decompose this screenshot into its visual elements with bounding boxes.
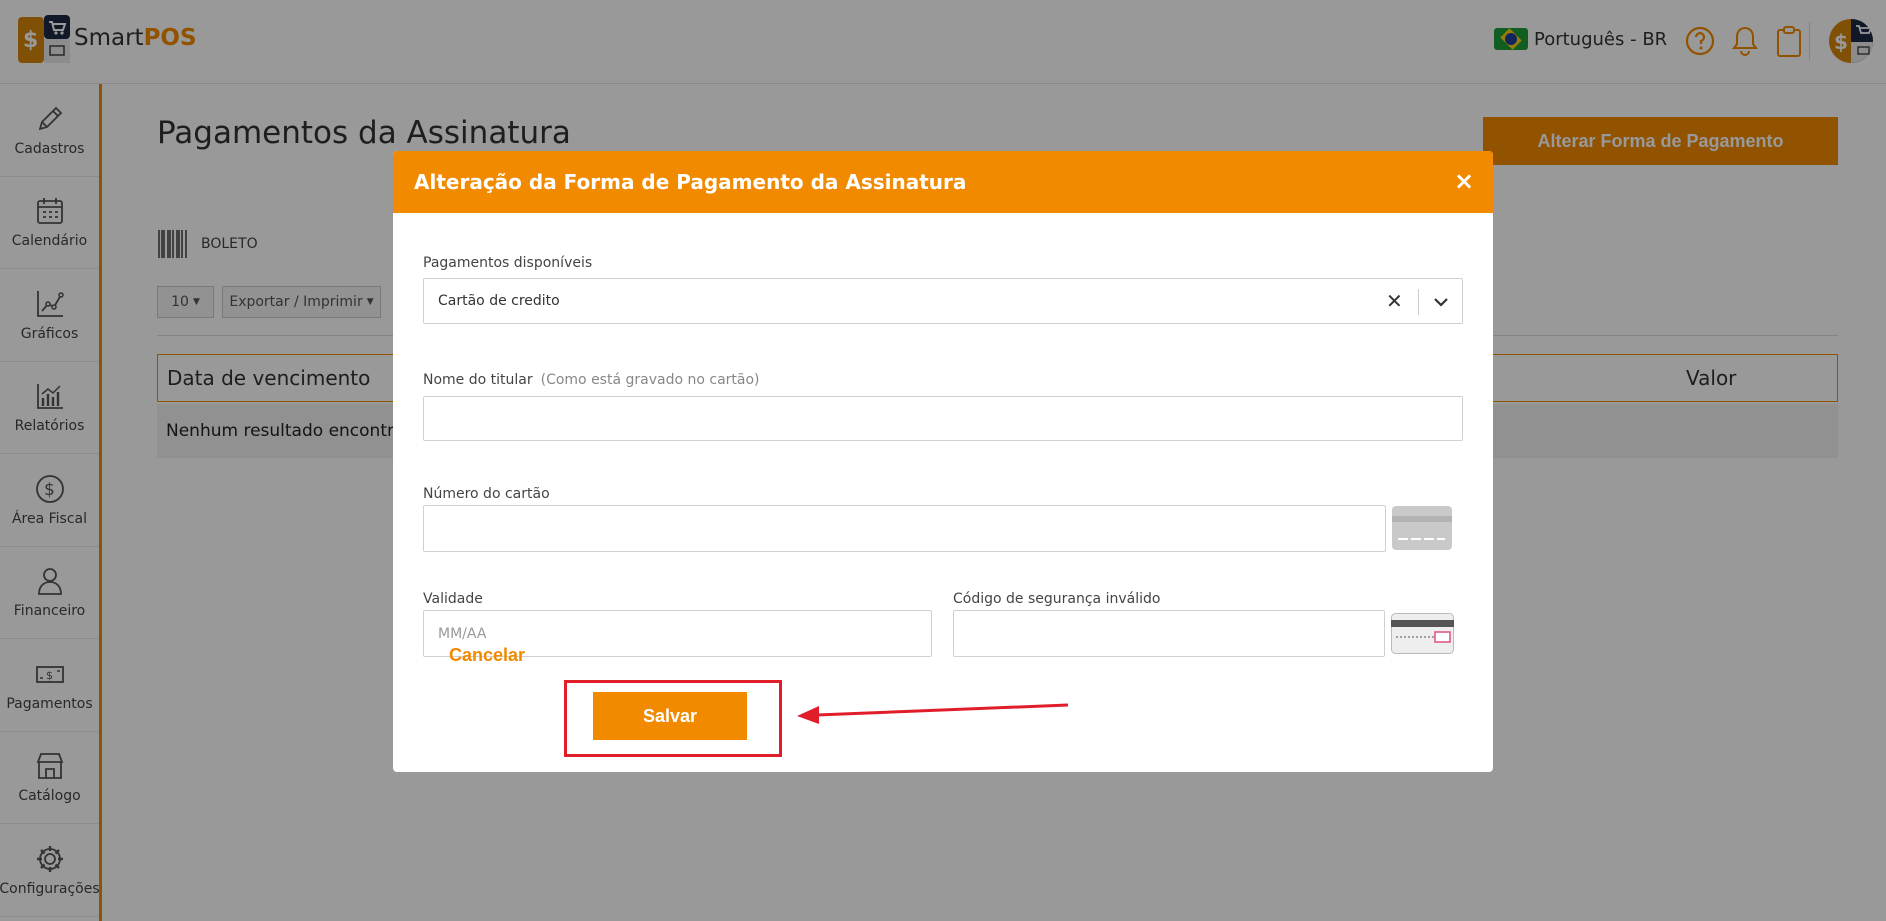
holder-name-label-text: Nome do titular (423, 372, 533, 388)
card-number-label: Número do cartão (423, 486, 550, 502)
annotation-arrow-icon (797, 703, 1069, 724)
cvv-input[interactable] (953, 610, 1385, 657)
modal-title: Alteração da Forma de Pagamento da Assin… (414, 170, 967, 194)
credit-card-front-icon (1392, 506, 1452, 550)
credit-card-back-icon (1391, 613, 1454, 654)
select-divider (1418, 289, 1419, 315)
change-payment-modal: Alteração da Forma de Pagamento da Assin… (393, 151, 1493, 772)
holder-name-label: Nome do titular (Como está gravado no car… (423, 372, 760, 388)
payment-method-select[interactable]: Cartão de credito ✕ (423, 278, 1463, 324)
card-number-input[interactable] (423, 505, 1386, 552)
modal-header: Alteração da Forma de Pagamento da Assin… (393, 151, 1493, 213)
annotation-highlight-box (564, 680, 782, 757)
chevron-down-icon[interactable] (1430, 291, 1452, 313)
payment-method-value: Cartão de credito (438, 293, 560, 309)
payments-available-label: Pagamentos disponíveis (423, 255, 593, 271)
holder-name-hint: (Como está gravado no cartão) (540, 372, 760, 388)
cvv-label: Código de segurança inválido (953, 591, 1161, 607)
holder-name-input[interactable] (423, 396, 1463, 441)
expiry-label: Validade (423, 591, 483, 607)
cancel-button[interactable]: Cancelar (449, 645, 525, 666)
clear-selection-icon[interactable]: ✕ (1386, 289, 1403, 313)
close-icon[interactable]: × (1454, 169, 1474, 193)
